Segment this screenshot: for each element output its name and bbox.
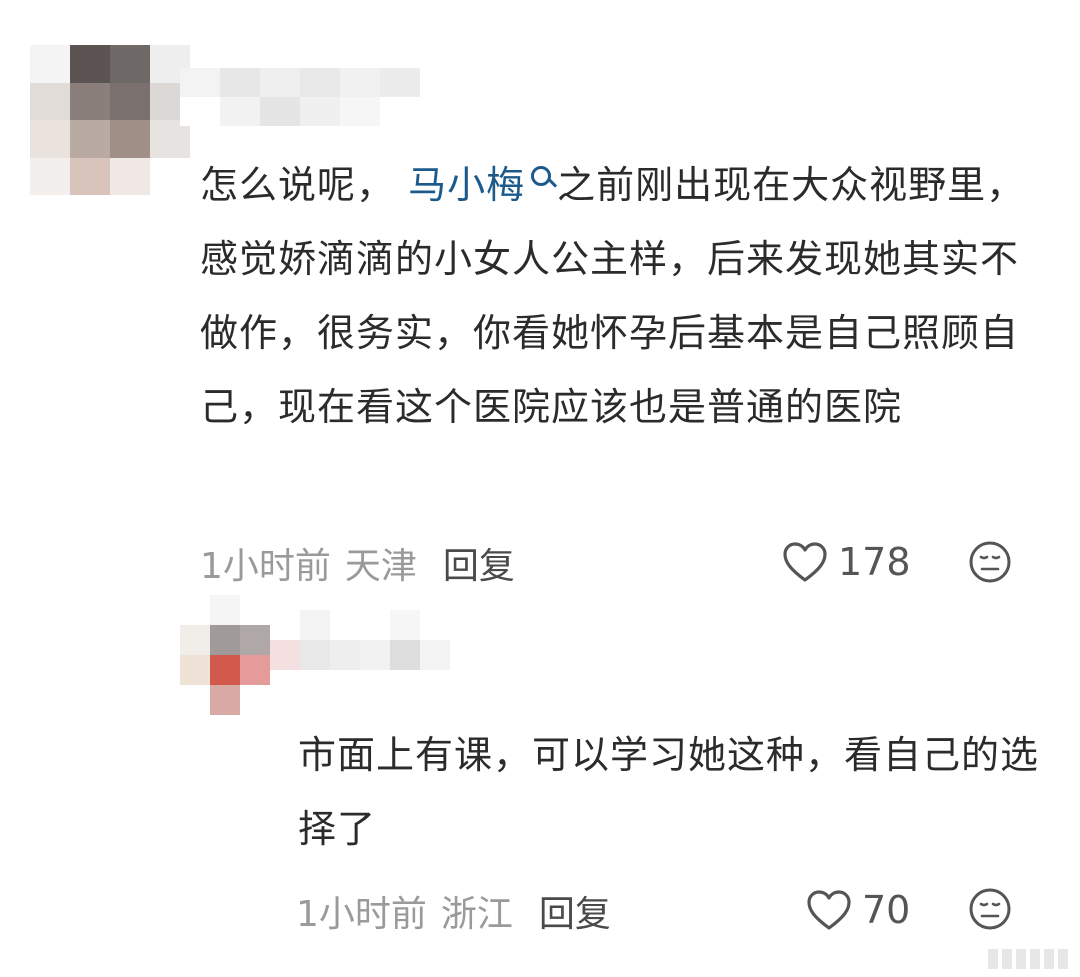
mention-link[interactable]: 马小梅 <box>408 163 525 207</box>
neutral-face-icon[interactable] <box>968 887 1012 931</box>
replier-name[interactable] <box>270 610 450 700</box>
reply-text: 市面上有课，可以学习她这种，看自己的选择了 <box>298 733 1040 851</box>
comment-time: 1小时前 <box>200 546 331 587</box>
heart-outline-icon <box>783 542 827 582</box>
reply-meta: 1小时前 浙江 回复 <box>296 886 611 936</box>
comment-location: 天津 <box>344 546 417 587</box>
reply-location: 浙江 <box>440 894 513 935</box>
comment-text: 怎么说呢， 马小梅 之前刚出现在大众视野里，感觉娇滴滴的小女人公主样，后来发现她其… <box>200 148 1040 444</box>
reply-time: 1小时前 <box>296 894 427 935</box>
like-button[interactable]: 178 <box>782 536 911 588</box>
reply-like-count: 70 <box>862 888 911 932</box>
neutral-face-icon[interactable] <box>968 540 1012 584</box>
comment-text-before: 怎么说呢， <box>200 163 396 207</box>
commenter-name[interactable] <box>180 68 420 126</box>
user-mention-icon <box>531 166 552 186</box>
reply-like-button[interactable]: 70 <box>806 884 910 936</box>
reply-reply-button[interactable]: 回复 <box>539 885 611 937</box>
replier-avatar[interactable] <box>180 595 270 715</box>
heart-outline-icon <box>807 890 851 930</box>
reply-button[interactable]: 回复 <box>443 537 515 589</box>
commenter-avatar[interactable] <box>30 45 190 195</box>
watermark <box>988 949 1068 969</box>
comment-meta: 1小时前 天津 回复 <box>200 538 515 588</box>
like-count: 178 <box>838 540 911 584</box>
